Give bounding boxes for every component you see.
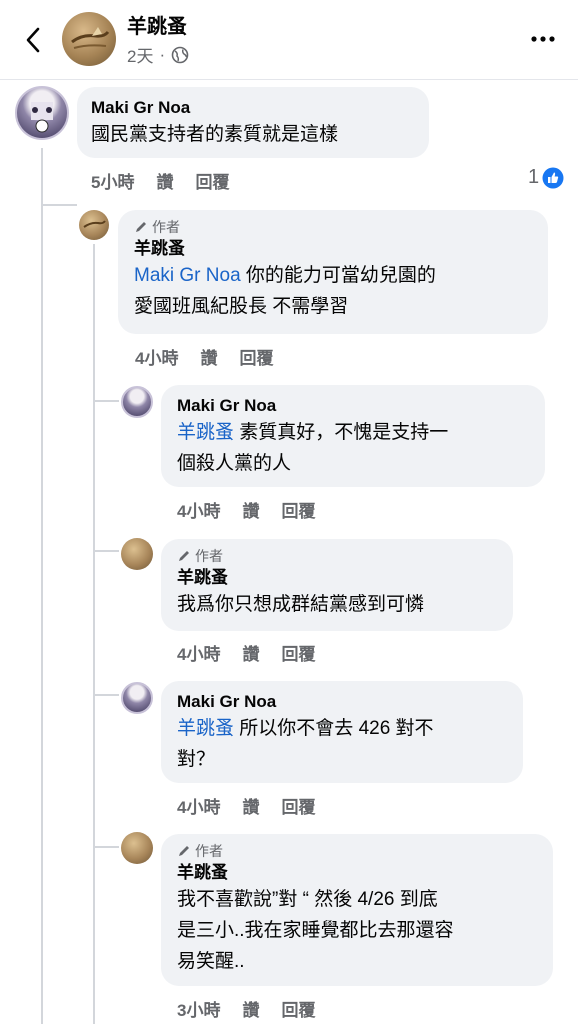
pencil-icon [136, 222, 146, 232]
comment-text: 對？ [177, 749, 216, 770]
comment-actions: 4小時 讚 回覆 [135, 344, 273, 369]
comment-text: Maki Gr Noa 你的能力可當幼兒園的 [134, 265, 436, 286]
comment-text: 羊跳蚤 素質真好，不愧是支持一 [177, 422, 449, 443]
avatar[interactable] [121, 386, 153, 418]
reply-button[interactable]: 回覆 [281, 793, 315, 818]
comment-text: 易笑醒.. [177, 951, 245, 972]
thread-connector [41, 204, 77, 206]
comment-time[interactable]: 4小時 [177, 640, 220, 665]
pencil-icon [179, 551, 189, 561]
comment-bubble: 作者 羊跳蚤 我爲你只想成群結黨感到可憐 [161, 539, 513, 631]
comment-author[interactable]: 羊跳蚤 [134, 238, 532, 260]
like-button[interactable]: 讚 [156, 168, 173, 193]
post-meta: 2天 · [127, 42, 189, 67]
post-header: 羊跳蚤 2天 · [0, 0, 578, 80]
avatar[interactable] [121, 538, 153, 570]
like-button[interactable]: 讚 [242, 996, 259, 1021]
comment-actions: 4小時 讚 回覆 [177, 640, 315, 665]
comment-actions: 4小時 讚 回覆 [177, 497, 315, 522]
mention-link[interactable]: Maki Gr Noa [134, 265, 241, 286]
comment-author[interactable]: Maki Gr Noa [91, 97, 415, 119]
comment-author[interactable]: Maki Gr Noa [177, 395, 529, 417]
comment-bubble: 作者 羊跳蚤 Maki Gr Noa 你的能力可當幼兒園的 愛國班風紀股長 不需… [118, 210, 548, 334]
comment-bubble: Maki Gr Noa 羊跳蚤 所以你不會去 426 對不 對？ [161, 681, 523, 783]
globe-icon [171, 46, 189, 63]
comment-text: 是三小..我在家睡覺都比去那還容 [177, 920, 454, 941]
comment-bubble: 作者 羊跳蚤 我不喜歡說”對 “ 然後 4/26 到底 是三小..我在家睡覺都比… [161, 834, 553, 986]
comment-author[interactable]: 羊跳蚤 [177, 862, 537, 884]
mention-link[interactable]: 羊跳蚤 [177, 422, 234, 443]
comment-text: 國民黨支持者的素質就是這樣 [91, 124, 339, 145]
comment-bubble: Maki Gr Noa 國民黨支持者的素質就是這樣 [77, 87, 429, 158]
comment-author[interactable]: Maki Gr Noa [177, 691, 507, 713]
comment-author[interactable]: 羊跳蚤 [177, 567, 497, 589]
page-avatar[interactable] [62, 12, 116, 66]
like-button[interactable]: 讚 [242, 640, 259, 665]
thread-connector [93, 694, 119, 696]
reaction-count[interactable]: 1 [528, 166, 564, 189]
thread-line-nested [93, 244, 95, 1024]
back-icon [26, 27, 40, 53]
comment-text: 愛國班風紀股長 不需學習 [134, 296, 349, 317]
post-time[interactable]: 2天 [127, 42, 153, 67]
thread-connector [93, 400, 119, 402]
comment-text: 羊跳蚤 所以你不會去 426 對不 [177, 718, 434, 739]
meta-separator: · [159, 44, 166, 64]
more-icon [531, 36, 555, 42]
reply-button[interactable]: 回覆 [281, 996, 315, 1021]
reply-button[interactable]: 回覆 [195, 168, 229, 193]
comment-actions: 3小時 讚 回覆 [177, 996, 315, 1021]
comment-text: 我不喜歡說”對 “ 然後 4/26 到底 [177, 889, 438, 910]
back-button[interactable] [18, 22, 48, 58]
comment-actions: 5小時 讚 回覆 [91, 168, 229, 193]
mention-link[interactable]: 羊跳蚤 [177, 718, 234, 739]
author-badge: 作者 [177, 547, 497, 565]
thread-connector [93, 846, 119, 848]
comment-time[interactable]: 5小時 [91, 168, 134, 193]
comment-time[interactable]: 4小時 [177, 793, 220, 818]
pencil-icon [179, 846, 189, 856]
comment-time[interactable]: 4小時 [177, 497, 220, 522]
reply-button[interactable]: 回覆 [281, 640, 315, 665]
more-options-button[interactable] [526, 22, 560, 56]
avatar[interactable] [121, 832, 153, 864]
comment-text: 我爲你只想成群結黨感到可憐 [177, 594, 425, 615]
reply-button[interactable]: 回覆 [281, 497, 315, 522]
avatar[interactable] [79, 210, 109, 240]
comment-bubble: Maki Gr Noa 羊跳蚤 素質真好，不愧是支持一 個殺人黨的人 [161, 385, 545, 487]
author-badge: 作者 [134, 218, 532, 236]
avatar[interactable] [121, 682, 153, 714]
comment-text: 個殺人黨的人 [177, 453, 292, 474]
comment-time[interactable]: 3小時 [177, 996, 220, 1021]
thread-line-main [41, 148, 43, 1024]
thumbs-up-icon [542, 167, 564, 188]
comment-time[interactable]: 4小時 [135, 344, 178, 369]
comment-actions: 4小時 讚 回覆 [177, 793, 315, 818]
author-badge: 作者 [177, 842, 537, 860]
like-button[interactable]: 讚 [200, 344, 217, 369]
thread-connector [93, 550, 119, 552]
reply-button[interactable]: 回覆 [239, 344, 273, 369]
like-button[interactable]: 讚 [242, 793, 259, 818]
like-button[interactable]: 讚 [242, 497, 259, 522]
page-title[interactable]: 羊跳蚤 [127, 10, 187, 39]
avatar[interactable] [15, 86, 69, 140]
